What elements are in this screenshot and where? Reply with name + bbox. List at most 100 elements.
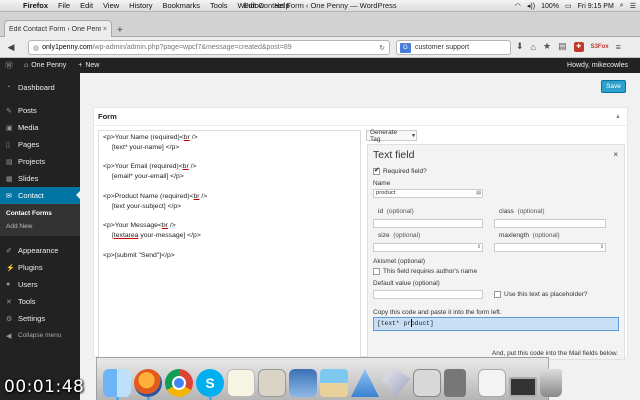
device-icon[interactable] bbox=[444, 369, 466, 397]
placeholder-checkbox-row[interactable]: Use this text as placeholder? bbox=[494, 291, 587, 298]
mac-dock: S bbox=[96, 357, 562, 400]
sidebar-item-plugins[interactable]: ⚡ Plugins bbox=[0, 259, 80, 276]
akismet-checkbox-row[interactable]: This field requires author's name bbox=[373, 268, 477, 275]
google-icon[interactable]: G bbox=[400, 42, 411, 53]
required-field-checkbox-row[interactable]: Required field? bbox=[373, 166, 427, 176]
chrome-icon[interactable] bbox=[165, 369, 193, 397]
reload-icon[interactable]: ↻ bbox=[379, 44, 385, 52]
maxlength-stepper[interactable]: ⇕ bbox=[494, 243, 606, 252]
submenu-add-new[interactable]: Add New bbox=[0, 220, 80, 233]
menu-bookmarks[interactable]: Bookmarks bbox=[158, 1, 206, 10]
addon-red-icon[interactable]: ✚ bbox=[573, 41, 584, 52]
sidebar-item-slides[interactable]: ▦ Slides bbox=[0, 170, 80, 187]
browser-tab-active[interactable]: Edit Contact Form ‹ One Penny × bbox=[4, 20, 112, 37]
finder-icon[interactable] bbox=[103, 369, 131, 400]
settings-icon: ⚙ bbox=[6, 315, 13, 323]
bookmarks-list-icon[interactable]: ▤ bbox=[558, 41, 567, 52]
clock[interactable]: Fri 9:15 PM bbox=[578, 3, 614, 10]
sidebar-item-settings[interactable]: ⚙ Settings bbox=[0, 310, 80, 327]
firefox-icon[interactable] bbox=[134, 369, 162, 400]
generate-tag-label: Generate Tag bbox=[370, 128, 398, 143]
close-icon[interactable]: × bbox=[613, 150, 618, 159]
menu-icon[interactable]: ≡ bbox=[616, 42, 621, 52]
slides-icon: ▦ bbox=[6, 175, 13, 183]
menu-app-firefox[interactable]: Firefox bbox=[18, 1, 53, 10]
sidebar-item-media[interactable]: ▣ Media bbox=[0, 119, 80, 136]
id-input[interactable] bbox=[373, 219, 483, 228]
generate-tag-dropdown[interactable]: Generate Tag ▼ bbox=[366, 128, 417, 143]
search-input[interactable]: customer support bbox=[415, 44, 469, 51]
contact-submenu: Contact Forms Add New bbox=[0, 204, 80, 236]
wordpress-logo-icon[interactable]: Ⓦ bbox=[0, 60, 18, 71]
akismet-checkbox[interactable] bbox=[373, 268, 380, 275]
status-area: ◠ ◂)) 100% ▭ Fri 9:15 PM ⌕ ☰ bbox=[515, 0, 636, 12]
form-code-editor[interactable]: <p>Your Name (required)<br /> [text* you… bbox=[98, 130, 361, 360]
stepper-arrows-icon[interactable]: ⇕ bbox=[600, 244, 604, 251]
sidebar-item-posts[interactable]: ✎ Posts bbox=[0, 102, 80, 119]
plug-icon: ⚡ bbox=[6, 264, 15, 272]
sidebar-item-contact[interactable]: ✉ Contact bbox=[0, 187, 80, 204]
default-value-input[interactable] bbox=[373, 290, 483, 299]
sidebar-item-projects[interactable]: ▤ Projects bbox=[0, 153, 80, 170]
sidebar-item-appearance[interactable]: ✐ Appearance bbox=[0, 242, 80, 259]
screen-recording-icon[interactable] bbox=[509, 377, 537, 397]
howdy-user[interactable]: Howdy, mikecowles bbox=[567, 62, 628, 69]
url-bar[interactable]: ◍ only1penny.com/wp-admin/admin.php?page… bbox=[28, 40, 390, 55]
sidebar-label: Projects bbox=[18, 157, 46, 166]
preview-icon[interactable] bbox=[258, 369, 286, 397]
name-input[interactable]: product ▤ bbox=[373, 189, 483, 198]
sidebar-label: Contact bbox=[18, 191, 44, 200]
menu-file[interactable]: File bbox=[53, 1, 75, 10]
sidebar-item-dashboard[interactable]: ◔ Dashboard bbox=[0, 79, 80, 96]
collapse-arrow-icon[interactable]: ▲ bbox=[615, 114, 621, 120]
tag-generator-panel: Text field × Required field? Name produc… bbox=[367, 144, 625, 360]
calculator-icon[interactable] bbox=[413, 369, 441, 397]
menu-view[interactable]: View bbox=[98, 1, 124, 10]
submenu-contact-forms[interactable]: Contact Forms bbox=[0, 207, 80, 220]
site-name-link[interactable]: ⌂ One Penny bbox=[18, 62, 72, 69]
required-checkbox[interactable] bbox=[373, 166, 380, 175]
new-content-link[interactable]: + New bbox=[72, 62, 105, 69]
iphoto-icon[interactable] bbox=[320, 369, 348, 397]
bookmark-star-icon[interactable]: ★ bbox=[543, 41, 551, 52]
sidebar-item-users[interactable]: ● Users bbox=[0, 276, 80, 293]
size-stepper[interactable]: ⇕ bbox=[373, 243, 483, 252]
collapse-menu-button[interactable]: ◀ Collapse menu bbox=[0, 327, 80, 344]
battery-percent[interactable]: 100% bbox=[541, 3, 559, 10]
wifi-icon[interactable]: ◠ bbox=[515, 2, 521, 10]
sidebar-label: Appearance bbox=[18, 246, 59, 255]
close-tab-icon[interactable]: × bbox=[103, 26, 107, 33]
sidebar-label: Slides bbox=[18, 174, 39, 183]
skype-icon[interactable]: S bbox=[196, 369, 224, 400]
spotlight-icon[interactable]: ⌕ bbox=[620, 2, 624, 10]
generated-code-field[interactable]: [text* product] bbox=[373, 317, 619, 331]
save-button[interactable]: Save bbox=[601, 80, 626, 93]
home-icon[interactable]: ⌂ bbox=[531, 42, 536, 52]
form-postbox-header: Form ▲ bbox=[94, 108, 627, 126]
required-label: Required field? bbox=[383, 168, 427, 176]
stepper-arrows-icon[interactable]: ⇕ bbox=[477, 244, 481, 251]
download-icon[interactable]: ⬇ bbox=[516, 41, 524, 52]
admin-sidebar: ◔ Dashboard ✎ Posts ▣ Media ▯ Pages ▤ Project… bbox=[0, 73, 80, 400]
class-input[interactable] bbox=[494, 219, 606, 228]
editor-line: <p>Your Message<br /> bbox=[103, 222, 176, 230]
textedit-icon[interactable] bbox=[227, 369, 255, 397]
search-bar[interactable]: G customer support bbox=[396, 40, 511, 55]
sketch-icon[interactable] bbox=[382, 369, 410, 397]
menu-edit[interactable]: Edit bbox=[75, 1, 98, 10]
form-title: Form bbox=[98, 112, 117, 121]
notification-icon[interactable]: ☰ bbox=[630, 2, 636, 10]
s3fox-icon[interactable]: S3Fox bbox=[591, 44, 609, 50]
trash-icon[interactable] bbox=[540, 369, 562, 397]
editor-line: <p>Your Email (required)<br /> bbox=[103, 163, 197, 171]
sidebar-item-pages[interactable]: ▯ Pages bbox=[0, 136, 80, 153]
volume-icon[interactable]: ◂)) bbox=[527, 2, 535, 10]
back-arrow-icon[interactable]: ◀ bbox=[4, 41, 18, 54]
sidebar-item-tools[interactable]: ✕ Tools bbox=[0, 293, 80, 310]
placeholder-checkbox[interactable] bbox=[494, 291, 501, 298]
documents-stack-icon[interactable] bbox=[478, 369, 506, 397]
menu-history[interactable]: History bbox=[124, 1, 157, 10]
photo-booth-icon[interactable] bbox=[289, 369, 317, 397]
sail-app-icon[interactable] bbox=[351, 369, 379, 397]
new-tab-button[interactable]: + bbox=[117, 25, 123, 36]
